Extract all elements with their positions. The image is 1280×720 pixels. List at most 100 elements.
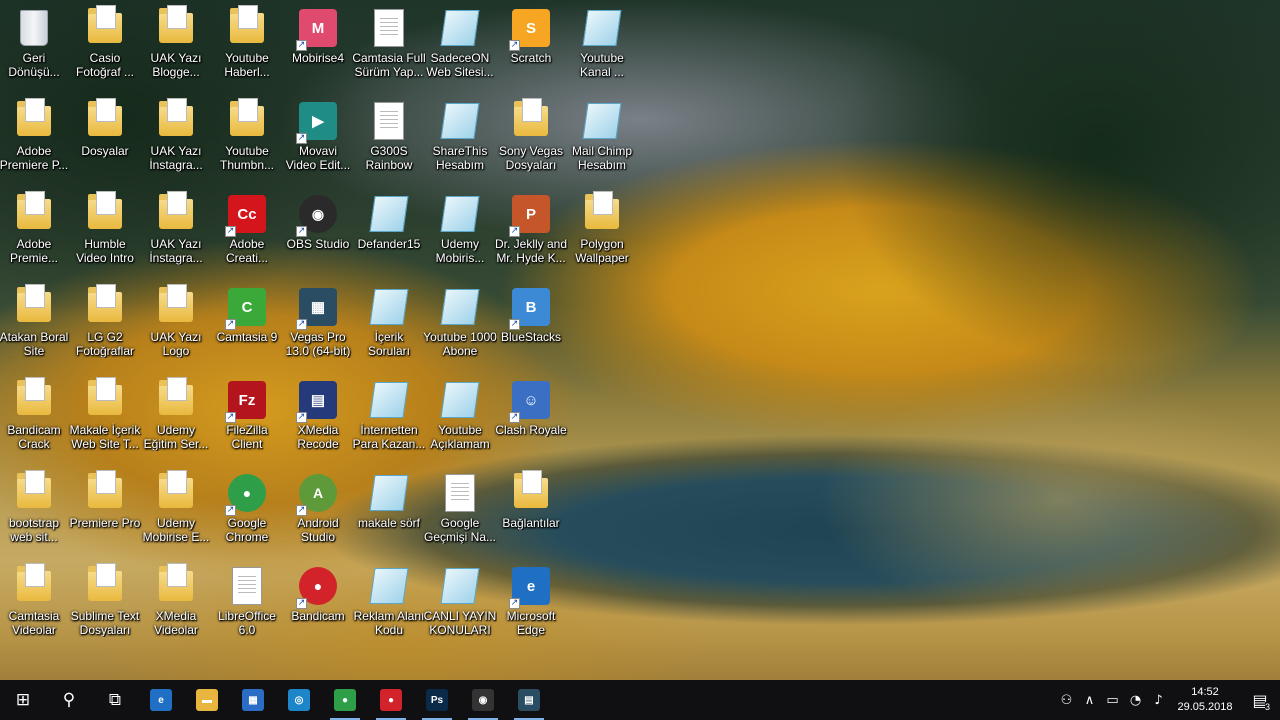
desktop-icon[interactable]: Bandicam Crack — [0, 372, 69, 460]
desktop-icon-label: BlueStacks — [500, 330, 562, 344]
people-icon[interactable]: ⚇ — [1055, 693, 1078, 708]
notepad-file-icon — [582, 10, 622, 46]
desktop-icon-label: Reklam Alanı Kodu — [353, 609, 425, 637]
desktop-icon[interactable]: ShareThis Hesabım — [425, 93, 495, 181]
desktop-icon[interactable]: CANLI YAYIN KONULARI — [424, 558, 496, 646]
volume-icon[interactable]: ♪ — [1147, 693, 1170, 708]
shortcut-arrow-icon: ↗ — [225, 412, 236, 423]
desktop-icon[interactable]: LG G2 Fotoğraflar — [70, 279, 140, 367]
desktop-icon[interactable]: UAK Yazı İnstagra... — [141, 186, 211, 274]
desktop-icon[interactable]: Atakan Boral Site Dosyaları — [0, 279, 69, 367]
desktop-icon-glyph — [156, 563, 196, 607]
desktop-icon[interactable]: XMedia Videolar — [141, 558, 211, 646]
desktop-icon[interactable]: Cc ↗ Adobe Creati... — [212, 186, 282, 274]
desktop-icon[interactable]: ☺ ↗ Clash Royale — [495, 372, 567, 460]
desktop-icon[interactable]: G300S Rainbow — [354, 93, 424, 181]
shortcut-arrow-icon: ↗ — [296, 133, 307, 144]
desktop-icon-glyph — [369, 193, 409, 235]
desktop-icon[interactable]: ▦ ↗ Vegas Pro 13.0 (64-bit) — [283, 279, 353, 367]
folder-icon — [88, 563, 122, 601]
folder-icon — [17, 191, 51, 229]
desktop-icon[interactable]: Casio Fotoğraf ... — [70, 0, 140, 88]
network-icon[interactable]: ◔ — [1124, 693, 1147, 708]
taskbar-app-chrome[interactable]: ● — [322, 680, 368, 720]
desktop-icon-label: Vegas Pro 13.0 (64-bit) — [285, 330, 351, 358]
desktop-icon-glyph — [156, 284, 196, 328]
folder-icon — [88, 98, 122, 136]
desktop-icon[interactable]: Sublime Text Dosyaları — [70, 558, 140, 646]
desktop-icon[interactable]: Youtube Açıklamam — [425, 372, 495, 460]
desktop-icon[interactable]: Bağlantılar — [496, 465, 566, 553]
desktop-icon[interactable]: ● ↗ Bandicam — [283, 558, 353, 646]
desktop-icon[interactable]: ● ↗ Google Chrome — [212, 465, 282, 553]
taskbar-app-photoshop[interactable]: Ps — [414, 680, 460, 720]
desktop-icon[interactable]: SadeceON Web Sitesi... — [425, 0, 495, 88]
desktop-icon[interactable]: Adobe Premie... — [0, 186, 69, 274]
show-hidden-icons-chevron-icon[interactable]: ∧ — [1078, 693, 1101, 708]
taskbar-app-movavi[interactable]: ◎ — [276, 680, 322, 720]
desktop-icon[interactable]: Makale İçerik Web Site T... — [70, 372, 140, 460]
desktop-icon[interactable]: ◉ ↗ OBS Studio — [283, 186, 353, 274]
folder-icon — [17, 98, 51, 136]
desktop-icon[interactable]: Youtube Kanal ... — [567, 0, 637, 88]
desktop-icon[interactable]: ▶ ↗ Movavi Video Edit... — [283, 93, 353, 181]
desktop-icon-glyph: M ↗ — [296, 7, 338, 51]
desktop-icon[interactable]: UAK Yazı Blogge... — [141, 0, 211, 88]
desktop-icon[interactable]: Youtube 1000 Abone — [423, 279, 497, 367]
start-button[interactable]: ⊞ — [0, 680, 46, 720]
desktop-icon[interactable]: LibreOffice 6.0 — [212, 558, 282, 646]
desktop-icon[interactable]: B ↗ BlueStacks — [496, 279, 566, 367]
desktop-icon-label: UAK Yazı Blogge... — [150, 51, 202, 79]
desktop-icon[interactable]: ▤ ↗ XMedia Recode — [283, 372, 353, 460]
desktop-icon[interactable]: A ↗ Android Studio — [283, 465, 353, 553]
taskbar-app-edge[interactable]: e — [138, 680, 184, 720]
desktop-icon-label: UAK Yazı İnstagra... — [149, 144, 203, 172]
desktop-icon[interactable]: Udemy Mobiris... — [425, 186, 495, 274]
desktop-icon[interactable]: Premiere Pro — [70, 465, 140, 553]
desktop-icon[interactable]: Camtasia Full Sürüm Yap... — [352, 0, 426, 88]
action-center-button[interactable]: ▤ 3 — [1240, 691, 1280, 712]
desktop-icon[interactable]: UAK Yazı Logo — [141, 279, 211, 367]
desktop-icon[interactable]: Udemy Mobirise E... — [141, 465, 211, 553]
desktop-icon[interactable]: Fz ↗ FileZilla Client — [212, 372, 282, 460]
desktop-icon[interactable]: Humble Video Intro — [70, 186, 140, 274]
notepad-file-icon — [440, 103, 480, 139]
desktop-icon[interactable]: Youtube Thumbn... — [212, 93, 282, 181]
task-view-button[interactable]: ⧉ — [92, 680, 138, 720]
desktop-icon[interactable]: Google Geçmişi Na... — [424, 465, 496, 553]
desktop-icon[interactable]: e ↗ Microsoft Edge — [496, 558, 566, 646]
desktop-icon[interactable]: S ↗ Scratch — [496, 0, 566, 88]
desktop-icon[interactable]: Udemy Eğitim Ser... — [141, 372, 211, 460]
folder-icon — [514, 98, 548, 136]
taskbar-app-obs[interactable]: ◉ — [460, 680, 506, 720]
desktop-icon[interactable]: Camtasia Videolar — [0, 558, 69, 646]
desktop-icon[interactable]: Youtube Haberl... — [212, 0, 282, 88]
desktop-icon[interactable]: İnternetten Para Kazan... — [353, 372, 425, 460]
desktop-icon[interactable]: Reklam Alanı Kodu — [354, 558, 424, 646]
desktop-icon[interactable]: makale sörf — [354, 465, 424, 553]
desktop-icon[interactable]: M ↗ Mobirise4 — [283, 0, 353, 88]
desktop-icon-label: SadeceON Web Sitesi... — [426, 51, 494, 79]
taskbar-app-file-explorer[interactable]: ▬ — [184, 680, 230, 720]
desktop-icon[interactable]: UAK Yazı İnstagra... — [141, 93, 211, 181]
desktop-icon[interactable]: Defander15 — [354, 186, 424, 274]
desktop-icon[interactable]: C ↗ Camtasia 9 — [212, 279, 282, 367]
desktop-icon[interactable]: Polygon Wallpaper — [567, 186, 637, 274]
desktop-icon[interactable]: Sony Vegas Dosyaları — [496, 93, 566, 181]
search-button[interactable]: ⚲ — [46, 680, 92, 720]
desktop-icon[interactable]: Dosyalar — [70, 93, 140, 181]
taskbar-app-vegas[interactable]: ▤ — [506, 680, 552, 720]
folder-icon — [514, 470, 548, 508]
taskbar-app-store[interactable]: ▦ — [230, 680, 276, 720]
desktop-icon[interactable]: Adobe Premiere P... — [0, 93, 69, 181]
clock[interactable]: 14:52 29.05.2018 — [1174, 685, 1236, 715]
taskbar-pinned-apps: e ▬ ▦ ◎ ● ● Ps ◉ ▤ — [138, 680, 552, 720]
desktop-icon[interactable]: bootstrap web sit... — [0, 465, 69, 553]
desktop-icon[interactable]: İçerik Soruları — [354, 279, 424, 367]
battery-icon[interactable]: ▭ — [1101, 693, 1124, 708]
desktop-icon[interactable]: Geri Dönüşü... — [0, 0, 69, 88]
taskbar-app-bandicam[interactable]: ● — [368, 680, 414, 720]
desktop-icon-glyph: ◉ ↗ — [296, 193, 338, 237]
desktop-icon[interactable]: Mail Chimp Hesabım — [567, 93, 637, 181]
desktop-icon[interactable]: P ↗ Dr. Jeklly and Mr. Hyde K... — [495, 186, 567, 274]
